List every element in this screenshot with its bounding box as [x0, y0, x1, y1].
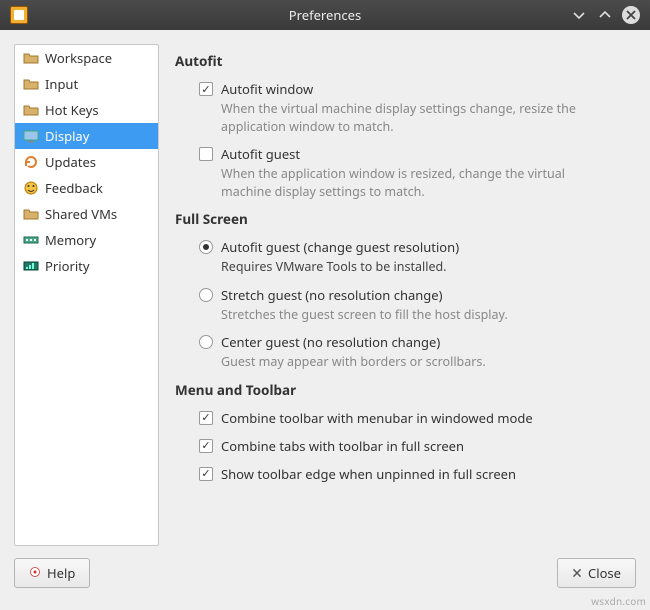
combine-tabs-checkbox[interactable] — [199, 439, 213, 453]
autofit-guest-label: Autofit guest — [221, 145, 300, 163]
refresh-icon — [23, 154, 39, 170]
folder-icon — [23, 102, 39, 118]
window-title: Preferences — [0, 6, 650, 24]
autofit-window-desc: When the virtual machine display setting… — [221, 100, 601, 135]
folder-icon — [23, 76, 39, 92]
help-button[interactable]: Help — [14, 558, 90, 588]
window-controls — [570, 6, 640, 24]
sidebar-item-label: Display — [45, 127, 89, 145]
sidebar-item-label: Priority — [45, 257, 90, 275]
sidebar-item-label: Memory — [45, 231, 96, 249]
bottom-bar: Help Close — [0, 560, 650, 596]
sidebar: Workspace Input Hot Keys Display Updates… — [14, 44, 159, 546]
titlebar: Preferences — [0, 0, 650, 30]
close-button-bottom[interactable]: Close — [557, 558, 636, 588]
priority-icon — [23, 258, 39, 274]
sidebar-item-updates[interactable]: Updates — [15, 149, 158, 175]
fullscreen-autofit-label: Autofit guest (change guest resolution) — [221, 238, 459, 256]
fullscreen-autofit-radio[interactable] — [199, 240, 213, 254]
sidebar-item-label: Updates — [45, 153, 96, 171]
main-area: Workspace Input Hot Keys Display Updates… — [0, 30, 650, 560]
section-title-autofit: Autofit — [175, 52, 630, 70]
fullscreen-stretch-radio[interactable] — [199, 288, 213, 302]
sidebar-item-workspace[interactable]: Workspace — [15, 45, 158, 71]
sidebar-item-hotkeys[interactable]: Hot Keys — [15, 97, 158, 123]
fullscreen-stretch-label: Stretch guest (no resolution change) — [221, 286, 443, 304]
folder-icon — [23, 50, 39, 66]
maximize-button[interactable] — [596, 6, 614, 24]
combine-toolbar-checkbox[interactable] — [199, 411, 213, 425]
smiley-icon — [23, 180, 39, 196]
memory-icon — [23, 232, 39, 248]
sidebar-item-sharedvms[interactable]: Shared VMs — [15, 201, 158, 227]
sidebar-item-label: Shared VMs — [45, 205, 117, 223]
minimize-button[interactable] — [570, 6, 588, 24]
fullscreen-center-radio[interactable] — [199, 335, 213, 349]
autofit-guest-checkbox[interactable] — [199, 147, 213, 161]
folder-icon — [23, 206, 39, 222]
close-label: Close — [588, 564, 621, 582]
fullscreen-autofit-desc: Requires VMware Tools to be installed. — [221, 258, 601, 276]
section-title-fullscreen: Full Screen — [175, 210, 630, 228]
section-title-menu: Menu and Toolbar — [175, 381, 630, 399]
sidebar-item-memory[interactable]: Memory — [15, 227, 158, 253]
autofit-window-label: Autofit window — [221, 80, 313, 98]
close-button[interactable] — [622, 6, 640, 24]
show-edge-checkbox[interactable] — [199, 467, 213, 481]
sidebar-item-label: Workspace — [45, 49, 112, 67]
show-edge-label: Show toolbar edge when unpinned in full … — [221, 465, 516, 483]
combine-toolbar-label: Combine toolbar with menubar in windowed… — [221, 409, 533, 427]
sidebar-item-label: Input — [45, 75, 78, 93]
autofit-window-checkbox[interactable] — [199, 82, 213, 96]
sidebar-item-feedback[interactable]: Feedback — [15, 175, 158, 201]
help-label: Help — [47, 564, 75, 582]
sidebar-item-display[interactable]: Display — [15, 123, 158, 149]
sidebar-item-input[interactable]: Input — [15, 71, 158, 97]
watermark: wsxdn.com — [591, 594, 646, 608]
sidebar-item-label: Hot Keys — [45, 101, 99, 119]
combine-tabs-label: Combine tabs with toolbar in full screen — [221, 437, 464, 455]
sidebar-item-priority[interactable]: Priority — [15, 253, 158, 279]
content-pane: Autofit Autofit window When the virtual … — [173, 44, 636, 546]
app-icon — [10, 6, 28, 24]
monitor-icon — [23, 128, 39, 144]
fullscreen-center-label: Center guest (no resolution change) — [221, 333, 440, 351]
autofit-guest-desc: When the application window is resized, … — [221, 165, 601, 200]
fullscreen-center-desc: Guest may appear with borders or scrollb… — [221, 353, 601, 371]
help-icon — [29, 564, 41, 582]
sidebar-item-label: Feedback — [45, 179, 103, 197]
close-icon — [572, 564, 582, 582]
fullscreen-stretch-desc: Stretches the guest screen to fill the h… — [221, 306, 601, 324]
